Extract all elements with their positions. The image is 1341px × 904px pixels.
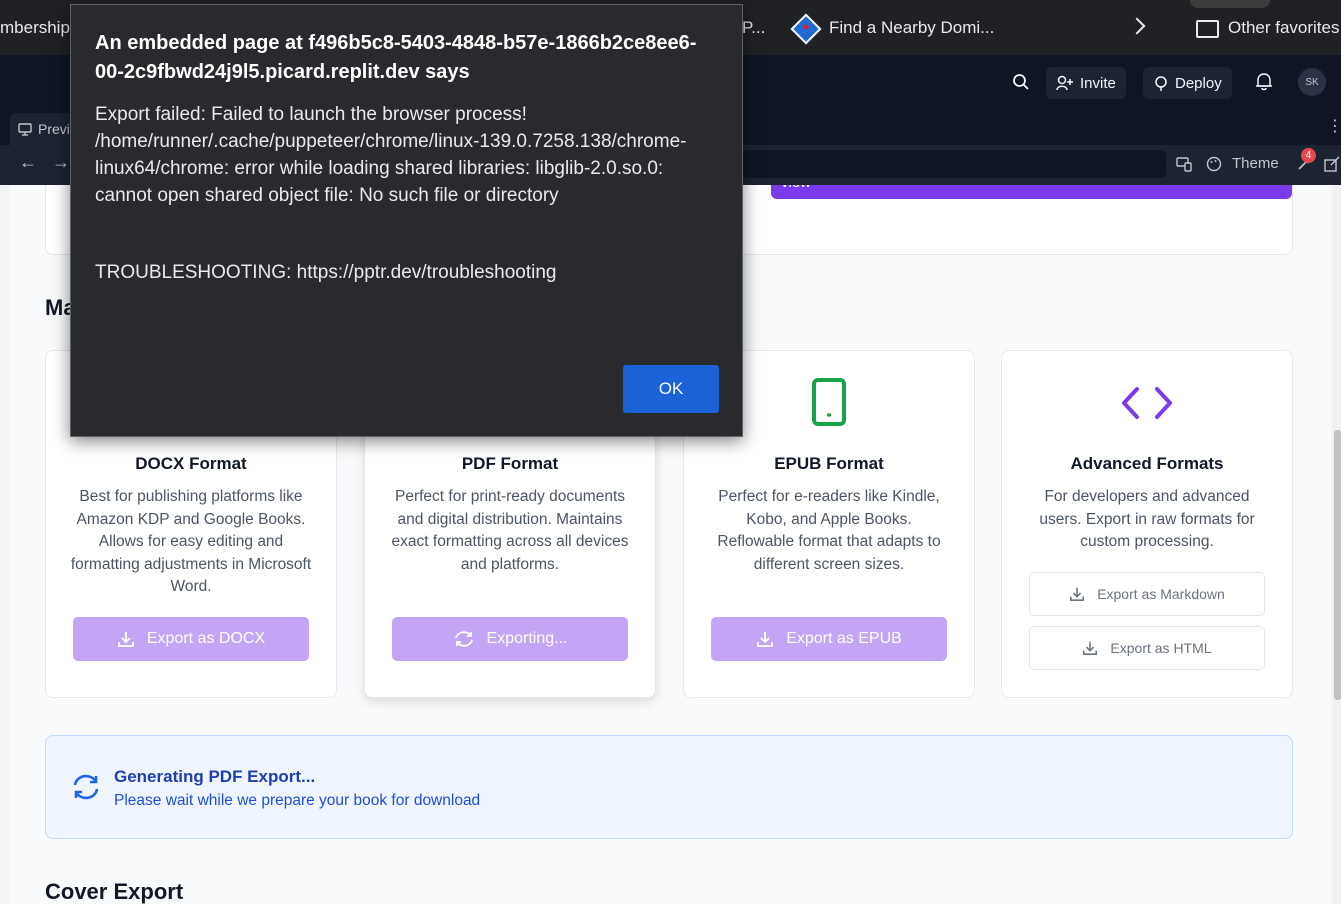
epub-description: Perfect for e-readers like Kindle, Kobo,… — [717, 488, 941, 573]
generating-subtitle: Please wait while we prepare your book f… — [114, 792, 481, 809]
docx-title: DOCX Format — [135, 454, 247, 473]
download-icon — [1083, 641, 1098, 656]
dialog-troubleshooting: TROUBLESHOOTING: https://pptr.dev/troubl… — [95, 262, 557, 283]
export-pdf-label: Exporting... — [486, 630, 568, 647]
search-icon[interactable] — [1012, 73, 1030, 91]
download-icon — [1070, 587, 1085, 602]
palette-icon[interactable] — [1206, 156, 1222, 172]
docx-description: Best for publishing platforms like Amazo… — [70, 488, 312, 595]
export-html-label: Export as HTML — [1110, 640, 1212, 656]
advanced-title: Advanced Formats — [1070, 454, 1224, 473]
ok-button[interactable]: OK — [623, 365, 719, 413]
invite-label: Invite — [1080, 74, 1116, 92]
download-icon — [117, 632, 134, 647]
invite-button[interactable]: Invite — [1046, 67, 1126, 99]
dialog-message: Export failed: Failed to launch the brow… — [95, 104, 687, 206]
export-docx-label: Export as DOCX — [146, 630, 266, 647]
advanced-icon-wrap — [1002, 385, 1292, 421]
refresh-icon — [454, 631, 473, 647]
tab-preview-label: Previ — [38, 121, 70, 137]
avatar[interactable]: SK — [1298, 68, 1326, 96]
export-markdown-label: Export as Markdown — [1097, 586, 1225, 602]
bell-icon[interactable] — [1255, 72, 1273, 91]
pdf-title: PDF Format — [461, 454, 559, 473]
deploy-button[interactable]: Deploy — [1143, 67, 1232, 99]
preview-button[interactable]: view — [771, 185, 1292, 199]
notification-badge: 4 — [1301, 148, 1316, 163]
generating-title: Generating PDF Export... — [114, 767, 316, 786]
tablet-icon — [812, 378, 846, 426]
deploy-icon — [1155, 76, 1167, 91]
advanced-card: Advanced Formats For developers and adva… — [1001, 350, 1293, 698]
alert-dialog: An embedded page at f496b5c8-5403-4848-b… — [70, 4, 743, 437]
bookmark-other-favorites[interactable]: Other favorites — [1228, 18, 1340, 38]
chevron-right-icon[interactable] — [1128, 17, 1146, 35]
bookmark-truncated[interactable]: P... — [742, 18, 765, 38]
dialog-title: An embedded page at f496b5c8-5403-4848-b… — [95, 32, 697, 83]
external-link-icon[interactable] — [1324, 156, 1340, 172]
export-docx-button[interactable]: Export as DOCX — [73, 617, 309, 661]
folder-icon — [1196, 20, 1219, 38]
monitor-icon — [18, 122, 32, 136]
export-pdf-button[interactable]: Exporting... — [392, 617, 628, 661]
export-html-button[interactable]: Export as HTML — [1029, 626, 1265, 670]
back-arrow-icon[interactable]: ← — [19, 152, 37, 173]
scrollbar-thumb[interactable] — [1334, 430, 1341, 700]
dominos-icon — [790, 13, 822, 45]
preview-button-label: view — [781, 185, 811, 191]
pdf-description: Perfect for print-ready documents and di… — [391, 488, 629, 573]
download-icon — [757, 632, 774, 647]
theme-label[interactable]: Theme — [1232, 155, 1279, 172]
refresh-icon — [73, 774, 99, 800]
code-icon — [1122, 387, 1172, 419]
more-icon[interactable]: ⋮ — [1327, 116, 1341, 136]
export-markdown-button[interactable]: Export as Markdown — [1029, 572, 1265, 616]
advanced-description: For developers and advanced users. Expor… — [1039, 488, 1255, 550]
cover-export-heading: Cover Export — [45, 879, 184, 904]
bookmark-dominos[interactable]: Find a Nearby Domi... — [829, 18, 994, 38]
export-epub-label: Export as EPUB — [786, 630, 902, 647]
tab-edge — [1190, 0, 1270, 8]
devices-icon[interactable] — [1176, 156, 1192, 172]
invite-icon — [1056, 75, 1073, 91]
forward-arrow-icon[interactable]: → — [52, 152, 70, 173]
deploy-label: Deploy — [1175, 74, 1222, 92]
generating-status-box: Generating PDF Export... Please wait whi… — [45, 735, 1293, 839]
url-bar[interactable] — [742, 150, 1166, 178]
epub-title: EPUB Format — [774, 454, 884, 473]
export-epub-button[interactable]: Export as EPUB — [711, 617, 947, 661]
bookmark-membership[interactable]: mbership — [0, 18, 70, 38]
